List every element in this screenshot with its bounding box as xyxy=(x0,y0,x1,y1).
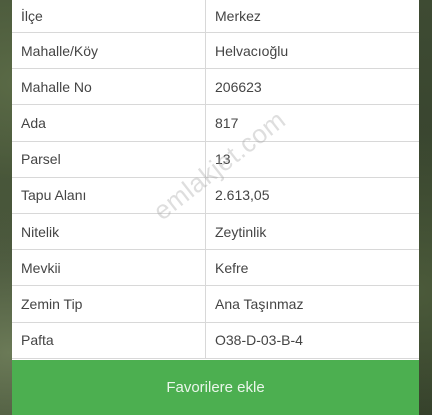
row-value-ilce: Merkez xyxy=(215,8,261,24)
row-value-mevkii: Kefre xyxy=(215,259,249,276)
table-row: Zemin Tip Ana Taşınmaz xyxy=(12,286,419,323)
row-label-pafta: Pafta xyxy=(12,322,206,358)
row-label-mahalle-no: Mahalle No xyxy=(12,69,206,105)
row-label-parsel: Parsel xyxy=(12,141,206,177)
row-value-parsel: 13 xyxy=(215,151,231,168)
row-label-zemin-tip: Zemin Tip xyxy=(12,286,206,322)
table-row: Parsel 13 xyxy=(12,141,419,178)
parcel-details-table: İlçe Merkez Mahalle/Köy Helvacıoğlu Maha… xyxy=(12,0,419,359)
table-row: Nitelik Zeytinlik xyxy=(12,213,419,251)
table-row: Tapu Alanı 2.613,05 xyxy=(12,177,419,214)
row-label-tapu-alani: Tapu Alanı xyxy=(12,177,206,213)
add-to-favorites-button[interactable]: Favorilere ekle xyxy=(12,360,419,415)
parcel-info-card: İlçe Merkez Mahalle/Köy Helvacıoğlu Maha… xyxy=(12,0,419,415)
table-row: Ada 817 xyxy=(12,105,419,142)
row-value-zemin-tip: Ana Taşınmaz xyxy=(215,295,304,312)
table-row: İlçe Merkez xyxy=(12,0,419,33)
table-row: Mahalle No 206623 xyxy=(12,69,419,106)
row-value-mahalle-koy: Helvacıoğlu xyxy=(215,42,289,59)
row-label-ada: Ada xyxy=(12,105,206,141)
row-label-nitelik: Nitelik xyxy=(12,213,206,250)
table-row: Pafta O38-D-03-B-4 xyxy=(12,322,419,359)
row-value-mahalle-no: 206623 xyxy=(215,78,262,95)
table-row: Mahalle/Köy Helvacıoğlu xyxy=(12,33,419,70)
row-value-pafta: O38-D-03-B-4 xyxy=(215,332,303,349)
row-label-ilce: İlçe xyxy=(12,0,206,32)
row-value-ada: 817 xyxy=(215,114,239,131)
row-label-mahalle-koy: Mahalle/Köy xyxy=(12,33,206,69)
row-label-mevkii: Mevkii xyxy=(12,250,206,286)
table-row: Mevkii Kefre xyxy=(12,250,419,287)
row-value-nitelik: Zeytinlik xyxy=(215,223,267,240)
row-value-tapu-alani: 2.613,05 xyxy=(215,187,270,204)
